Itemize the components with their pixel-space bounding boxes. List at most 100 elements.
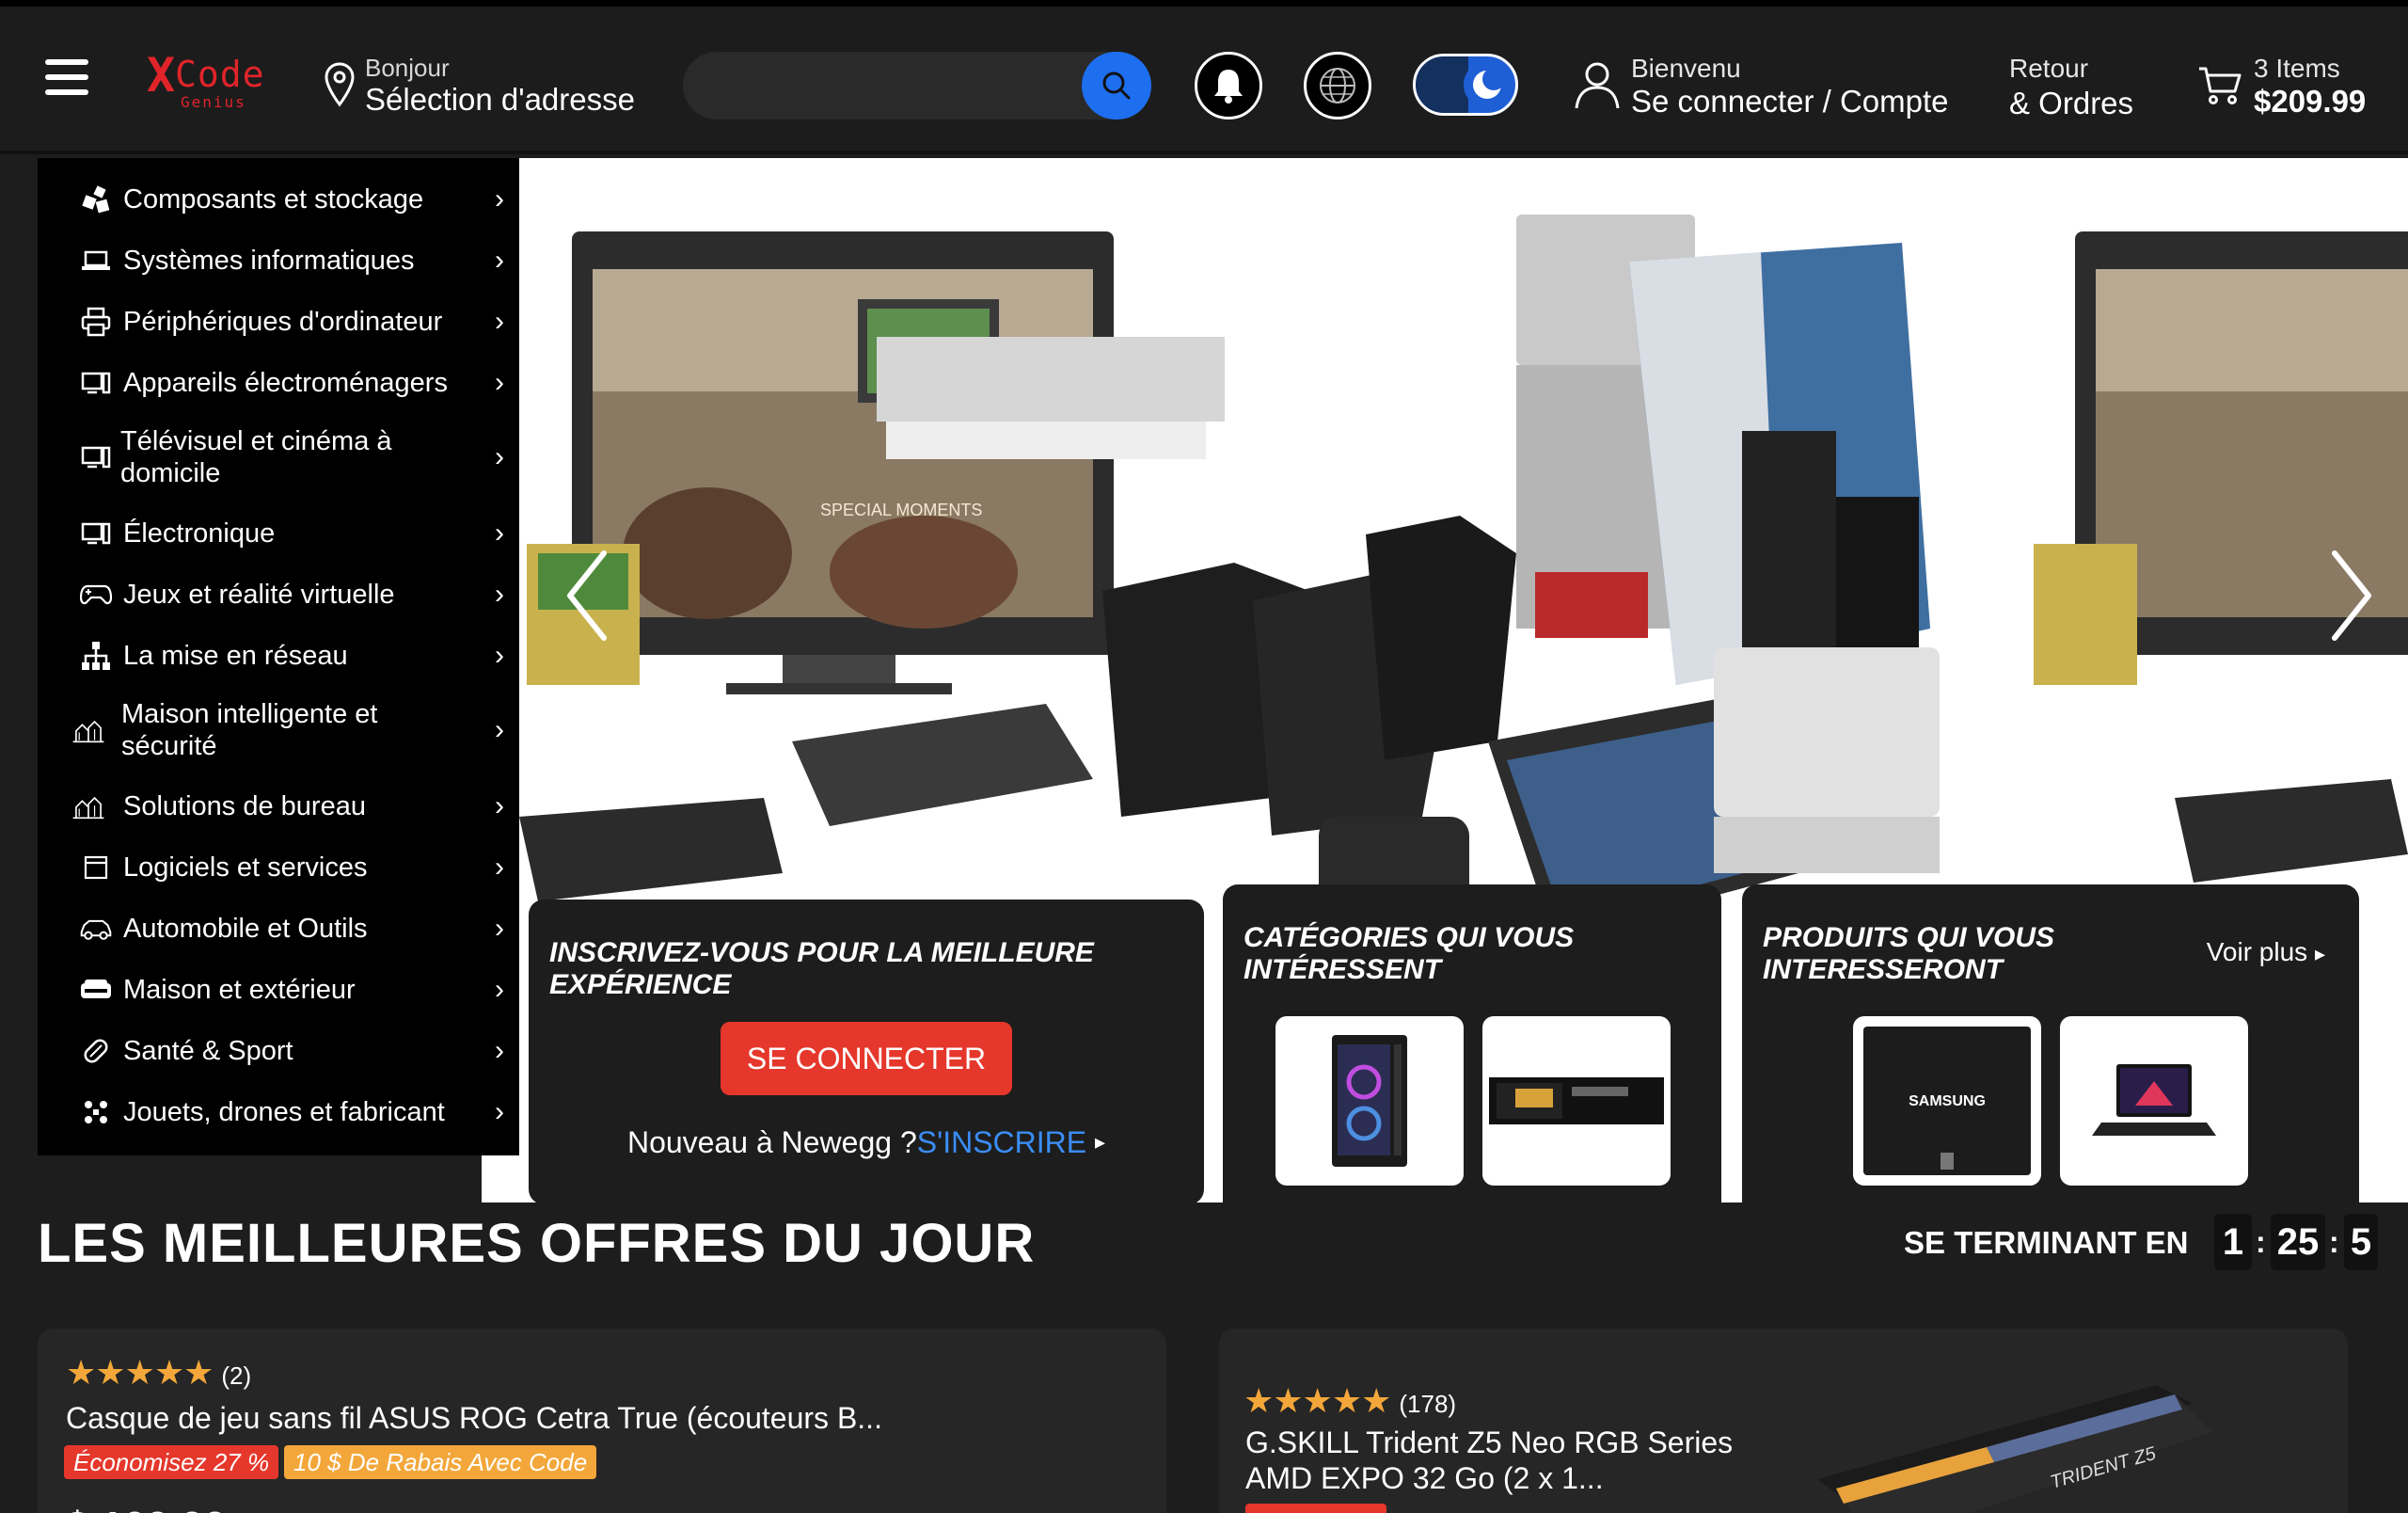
bell-icon [1214, 70, 1243, 104]
language-button[interactable] [1304, 52, 1371, 119]
logo[interactable]: X Code Genius [147, 48, 269, 116]
notifications-button[interactable] [1195, 52, 1262, 119]
review-count: (2) [221, 1362, 252, 1390]
menu-icon[interactable] [45, 59, 88, 95]
deals-title: LES MEILLEURES OFFRES DU JOUR [38, 1213, 1036, 1274]
signup-title: INSCRIVEZ-VOUS POUR LA MEILLEURE EXPÉRIE… [549, 937, 1094, 1000]
network-icon [79, 639, 113, 673]
sidebar-item-label: Automobile et Outils [123, 914, 368, 944]
login-button[interactable]: SE CONNECTER [721, 1022, 1012, 1095]
printer-icon [79, 305, 113, 339]
chevron-right-icon: › [495, 245, 504, 276]
sidebar-item-computer-systems[interactable]: Systèmes informatiques › [38, 240, 519, 281]
countdown-minutes: 25 [2271, 1214, 2325, 1270]
deal-product-name[interactable]: Casque de jeu sans fil ASUS ROG Cetra Tr… [66, 1400, 1138, 1436]
sidebar-item-networking[interactable]: La mise en réseau › [38, 635, 519, 677]
address-label: Sélection d'adresse [365, 82, 635, 117]
sidebar-item-software[interactable]: Logiciels et services › [38, 847, 519, 888]
dark-mode-toggle[interactable] [1413, 54, 1518, 116]
laptop-icon [79, 244, 113, 278]
caret-right-icon: ▸ [1094, 1130, 1106, 1154]
chevron-right-icon: › [495, 714, 504, 745]
search-button[interactable] [1082, 52, 1151, 119]
countdown-hours: 1 [2214, 1214, 2252, 1270]
sidebar-item-label: Maison intelligente et sécurité [121, 699, 378, 761]
carousel-next-icon[interactable] [2323, 544, 2380, 647]
smart-home-icon [71, 713, 105, 747]
sidebar-item-smart-home[interactable]: Maison intelligente et sécurité › [38, 694, 519, 766]
countdown-label: SE TERMINANT EN [1904, 1225, 2189, 1260]
deal-card[interactable]: ★★★★★ (2) Casque de jeu sans fil ASUS RO… [38, 1329, 1166, 1513]
register-prompt-text: Nouveau à Newegg ? [626, 1125, 917, 1159]
register-link[interactable]: S'INSCRIRE [917, 1125, 1086, 1159]
sidebar-item-automotive[interactable]: Automobile et Outils › [38, 908, 519, 949]
register-prompt: Nouveau à Newegg ?S'INSCRIRE ▸ [529, 1125, 1204, 1160]
account-greeting: Bienvenu [1631, 54, 1741, 83]
address-greeting: Bonjour [365, 54, 450, 82]
rating-stars-icons: ★★★★★ [1244, 1381, 1391, 1420]
health-icon [79, 1034, 113, 1068]
chevron-right-icon: › [495, 579, 504, 610]
drone-icon [79, 1095, 113, 1129]
cart-total: $209.99 [2254, 84, 2367, 119]
logo-mark: X [147, 48, 176, 103]
chevron-right-icon: › [495, 306, 504, 337]
carousel-prev-icon[interactable] [559, 544, 615, 647]
location-pin-icon [325, 62, 355, 107]
category-thumb-desktop[interactable] [1275, 1016, 1464, 1186]
rating-stars-icons: ★★★★★ [66, 1353, 214, 1392]
home-icon [79, 973, 113, 1007]
chevron-right-icon: › [495, 367, 504, 398]
product-thumb-ssd[interactable]: SAMSUNG [1853, 1016, 2041, 1186]
deal-product-name[interactable]: G.SKILL Trident Z5 Neo RGB Series AMD EX… [1245, 1425, 1810, 1496]
sidebar-item-label: Santé & Sport [123, 1036, 293, 1066]
categories-card: CATÉGORIES QUI VOUS INTÉRESSENT [1223, 884, 1721, 1218]
caret-right-icon: ▸ [2314, 942, 2325, 965]
gamepad-icon [79, 578, 113, 612]
see-more-link[interactable]: Voir plus ▸ [2207, 937, 2325, 967]
category-thumb-ssd[interactable] [1482, 1016, 1671, 1186]
sidebar-item-health-sport[interactable]: Santé & Sport › [38, 1030, 519, 1072]
deal-card[interactable]: ★★★★★ (178) G.SKILL Trident Z5 Neo RGB S… [1219, 1329, 2348, 1513]
sidebar-item-appliances[interactable]: Appareils électroménagers › [38, 362, 519, 404]
sidebar-item-tv-home-theater[interactable]: Télévisuel et cinéma à domicile › [38, 422, 519, 493]
product-thumb-laptop[interactable] [2060, 1016, 2248, 1186]
sidebar-item-label: Appareils électroménagers [123, 368, 448, 398]
search-input[interactable] [705, 61, 1063, 110]
sidebar-item-label: Logiciels et services [123, 852, 368, 883]
signup-card: INSCRIVEZ-VOUS POUR LA MEILLEURE EXPÉRIE… [529, 900, 1204, 1204]
sidebar-item-label: La mise en réseau [123, 641, 348, 671]
sidebar-item-label: Jouets, drones et fabricant [123, 1097, 445, 1127]
toggle-knob [1464, 61, 1511, 108]
chevron-right-icon: › [495, 640, 504, 671]
slide-caption: SPECIAL MOMENTS [820, 501, 982, 519]
nvme-ssd-image [1489, 1077, 1664, 1124]
chevron-right-icon: › [495, 1035, 504, 1066]
chevron-right-icon: › [495, 1096, 504, 1127]
countdown-separator: : [2256, 1225, 2266, 1259]
ram-image: TRIDENT Z5 [1817, 1385, 2212, 1513]
sidebar-item-components[interactable]: Composants et stockage › [38, 179, 519, 220]
sidebar-item-office[interactable]: Solutions de bureau › [38, 786, 519, 827]
countdown-seconds: 5 [2344, 1214, 2378, 1270]
promo-code-badge: 10 $ De Rabais Avec Code [284, 1445, 597, 1479]
chevron-right-icon: › [495, 518, 504, 549]
software-icon [79, 851, 113, 884]
returns-orders-link[interactable]: Retour & Ordres [2009, 54, 2133, 121]
globe-icon [1320, 68, 1355, 104]
sidebar-item-toys-drones[interactable]: Jouets, drones et fabricant › [38, 1091, 519, 1133]
sidebar-item-label: Systèmes informatiques [123, 246, 415, 276]
sidebar-item-label: Périphériques d'ordinateur [123, 307, 443, 337]
sidebar-item-peripherals[interactable]: Périphériques d'ordinateur › [38, 301, 519, 342]
see-more-label: Voir plus [2206, 937, 2308, 966]
sidebar-item-gaming-vr[interactable]: Jeux et réalité virtuelle › [38, 574, 519, 615]
sidebar-item-label: Composants et stockage [123, 184, 424, 215]
sidebar-item-electronics[interactable]: Électronique › [38, 513, 519, 554]
sidebar-item-home-outdoor[interactable]: Maison et extérieur › [38, 969, 519, 1011]
desktop-pc-image [1332, 1035, 1407, 1167]
review-count: (178) [1399, 1390, 1457, 1418]
search-icon [1102, 72, 1131, 100]
deal-price: $ 109 99 [66, 1504, 227, 1513]
cart-items: 3 Items [2254, 54, 2340, 83]
savings-badge [1245, 1504, 1386, 1513]
